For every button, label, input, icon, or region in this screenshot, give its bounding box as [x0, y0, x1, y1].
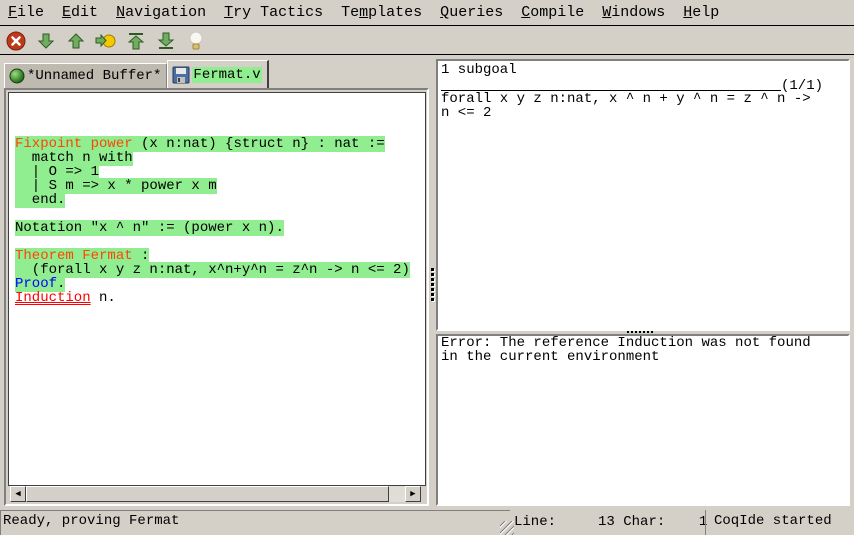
cursor-position: Line: 13 Char: 1 — [514, 510, 708, 535]
tab-label: Fermat.v — [192, 66, 262, 83]
goto-cursor-icon — [95, 33, 116, 47]
forward-one-button[interactable] — [35, 30, 57, 52]
scroll-left-arrow[interactable]: ◀ — [10, 486, 26, 502]
menu-queries[interactable]: Queries — [440, 4, 503, 21]
script-editor[interactable]: Fixpoint power (x n:nat) {struct n} : na… — [8, 92, 426, 486]
goal-conclusion: forall x y z n:nat, x ^ n + y ^ n = z ^ … — [441, 91, 811, 121]
tab-fermat-v[interactable]: Fermat.v — [167, 60, 269, 88]
editor-frame: Fixpoint power (x n:nat) {struct n} : na… — [4, 88, 429, 506]
code-line: match n with — [15, 150, 410, 166]
code-line: Induction n. — [15, 291, 410, 305]
menu-edit[interactable]: Edit — [62, 4, 98, 21]
error-token: Induction — [15, 290, 91, 306]
tab-unnamed-buffer[interactable]: *Unnamed Buffer* — [4, 63, 168, 88]
menu-templates[interactable]: Templates — [341, 4, 422, 21]
message-window: Error: The reference Induction was not f… — [436, 334, 850, 506]
interrupt-button[interactable] — [5, 30, 27, 52]
hint-button[interactable] — [185, 30, 207, 52]
green-ball-icon — [9, 68, 25, 84]
buffer-tabs: *Unnamed Buffer* Fermat.v — [4, 60, 269, 88]
line-label: Line: — [514, 514, 557, 530]
char-value: 1 — [665, 514, 708, 530]
code-line: Proof. — [15, 276, 410, 292]
subgoal-count: 1 subgoal — [441, 62, 517, 78]
error-message: Error: The reference Induction was not f… — [441, 335, 811, 365]
char-label: Char: — [623, 514, 666, 530]
code-text: end. — [15, 192, 66, 208]
statusbar: Ready, proving Fermat Line: 13 Char: 1 C… — [0, 510, 854, 535]
scroll-right-arrow[interactable]: ▶ — [405, 486, 421, 502]
horizontal-scrollbar[interactable]: ◀ ▶ — [10, 486, 421, 502]
menu-file[interactable]: File — [8, 4, 44, 21]
code-line: Theorem Fermat : — [15, 248, 410, 264]
floppy-disk-icon — [172, 66, 190, 84]
code-line: Notation "x ^ n" := (power x n). — [15, 220, 410, 236]
go-to-start-button[interactable] — [125, 30, 147, 52]
stop-icon — [6, 31, 26, 50]
code-line: Fixpoint power (x n:nat) {struct n} : na… — [15, 136, 410, 152]
resize-grip[interactable] — [500, 521, 514, 535]
code-line: | O => 1 — [15, 164, 410, 180]
go-to-cursor-button[interactable] — [95, 30, 117, 52]
code-line: | S m => x * power x m — [15, 178, 410, 194]
menu-windows[interactable]: Windows — [602, 4, 665, 21]
backward-one-button[interactable] — [65, 30, 87, 52]
scrollbar-thumb[interactable] — [26, 486, 389, 502]
code-text: n. — [90, 290, 116, 306]
go-to-end-button[interactable] — [155, 30, 177, 52]
code-text: Notation "x ^ n" := (power x n). — [15, 220, 284, 236]
script-pane: *Unnamed Buffer* Fermat.v Fixpoint power… — [0, 56, 430, 510]
menu-compile[interactable]: Compile — [521, 4, 584, 21]
code-text: (x n:nat) {struct n} : nat := — [132, 136, 385, 152]
menubar: File Edit Navigation Try Tactics Templates Qu… — [0, 0, 854, 26]
arrow-top-icon — [127, 32, 145, 49]
menu-try-tactics[interactable]: Try Tactics — [224, 4, 323, 21]
tab-label: *Unnamed Buffer* — [27, 68, 162, 84]
code-text: (forall x y z n:nat, x^n+y^n = z^n -> n … — [15, 262, 410, 278]
arrow-up-icon — [67, 32, 85, 48]
code-line: (forall x y z n:nat, x^n+y^n = z^n -> n … — [15, 262, 410, 278]
goal-window: 1 subgoal (1/1) forall x y z n:nat, x ^ … — [436, 59, 850, 331]
arrow-bottom-icon — [157, 32, 175, 49]
code-area[interactable]: Fixpoint power (x n:nat) {struct n} : na… — [15, 136, 410, 305]
menu-help[interactable]: Help — [683, 4, 719, 21]
toolbar — [0, 27, 854, 55]
arrow-down-icon — [37, 33, 55, 49]
lightbulb-icon — [189, 31, 203, 49]
coq-status: CoqIde started — [705, 510, 854, 535]
status-message: Ready, proving Fermat — [0, 510, 510, 535]
menu-navigation[interactable]: Navigation — [116, 4, 206, 21]
line-value: 13 — [556, 514, 615, 530]
code-line: end. — [15, 192, 410, 208]
